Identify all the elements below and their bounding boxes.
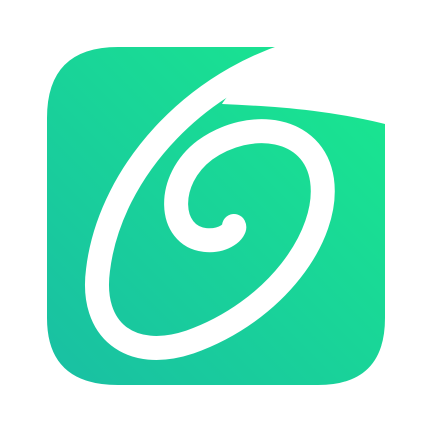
- app-icon-canvas: [0, 0, 434, 434]
- spiral-logo-icon: [47, 35, 385, 385]
